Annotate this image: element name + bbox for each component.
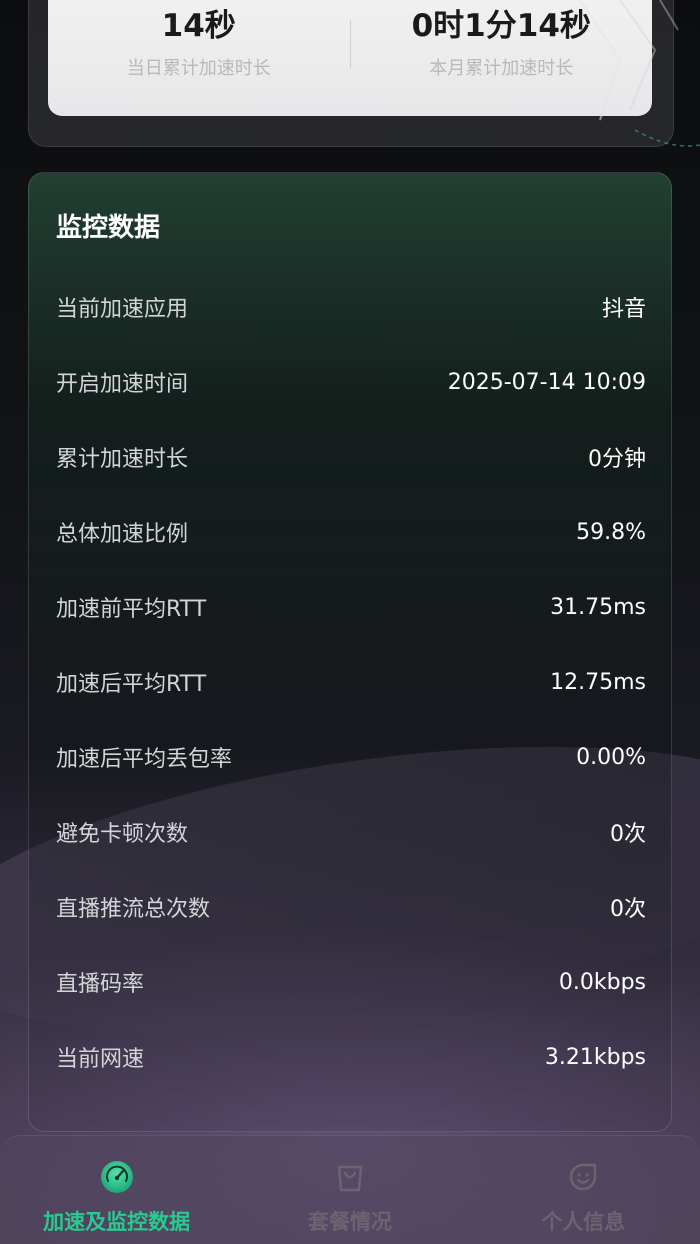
row-label: 加速后平均丢包率 (56, 747, 233, 772)
row-value: 0次 (610, 822, 646, 847)
app-screen: 14秒 当日累计加速时长 0时1分14秒 本月累计加速时长 监控数据 当前加速应… (0, 0, 700, 1244)
row-value: 0.00% (576, 744, 646, 770)
monitor-card: 监控数据 当前加速应用 抖音 开启加速时间 2025-07-14 10:09 累… (28, 172, 672, 1132)
nav-tab-acceleration-monitor[interactable]: 加速及监控数据 (0, 1136, 233, 1244)
monitor-row: 加速后平均丢包率 0.00% (56, 737, 646, 777)
monitor-row: 直播码率 0.0kbps (56, 962, 646, 1002)
monitor-row: 累计加速时长 0分钟 (56, 437, 646, 477)
smiley-face-icon (564, 1158, 602, 1196)
row-label: 加速后平均RTT (56, 672, 207, 697)
row-label: 累计加速时长 (56, 447, 189, 472)
row-value: 0分钟 (588, 447, 646, 472)
bottom-nav: 加速及监控数据 套餐情况 个人信息 (0, 1135, 700, 1244)
row-label: 避免卡顿次数 (56, 822, 189, 847)
row-label: 直播码率 (56, 972, 145, 997)
monitor-title: 监控数据 (56, 213, 161, 243)
row-value: 12.75ms (550, 669, 646, 695)
monitor-row: 当前网速 3.21kbps (56, 1037, 646, 1077)
monitor-row: 加速后平均RTT 12.75ms (56, 662, 646, 702)
monitor-row: 总体加速比例 59.8% (56, 512, 646, 552)
speedometer-icon (98, 1158, 136, 1196)
decorative-lines-illustration (579, 0, 700, 147)
row-value: 3.21kbps (544, 1044, 646, 1070)
nav-label: 加速及监控数据 (43, 1210, 191, 1234)
row-label: 直播推流总次数 (56, 897, 211, 922)
shopping-bag-icon (331, 1158, 369, 1196)
monitor-row: 加速前平均RTT 31.75ms (56, 587, 646, 627)
row-label: 当前加速应用 (56, 297, 189, 322)
stat-month-label: 本月累计加速时长 (429, 58, 574, 79)
monitor-row: 当前加速应用 抖音 (56, 287, 646, 327)
row-label: 总体加速比例 (56, 522, 189, 547)
stat-today-label: 当日累计加速时长 (126, 58, 271, 79)
monitor-row: 避免卡顿次数 0次 (56, 812, 646, 852)
row-value: 31.75ms (550, 594, 646, 620)
row-value: 0.0kbps (558, 969, 646, 995)
monitor-row: 开启加速时间 2025-07-14 10:09 (56, 362, 646, 402)
stat-today: 14秒 当日累计加速时长 (48, 0, 350, 116)
nav-label: 个人信息 (541, 1210, 626, 1234)
row-value: 2025-07-14 10:09 (447, 369, 646, 395)
row-label: 开启加速时间 (56, 372, 189, 397)
monitor-row: 直播推流总次数 0次 (56, 887, 646, 927)
nav-tab-package[interactable]: 套餐情况 (233, 1136, 466, 1244)
row-value: 59.8% (576, 519, 646, 545)
stat-today-value: 14秒 (161, 8, 236, 44)
row-label: 加速前平均RTT (56, 597, 207, 622)
nav-tab-profile[interactable]: 个人信息 (467, 1136, 700, 1244)
row-value: 抖音 (601, 297, 646, 322)
row-value: 0次 (610, 897, 646, 922)
row-label: 当前网速 (56, 1047, 145, 1072)
nav-label: 套餐情况 (307, 1210, 392, 1234)
